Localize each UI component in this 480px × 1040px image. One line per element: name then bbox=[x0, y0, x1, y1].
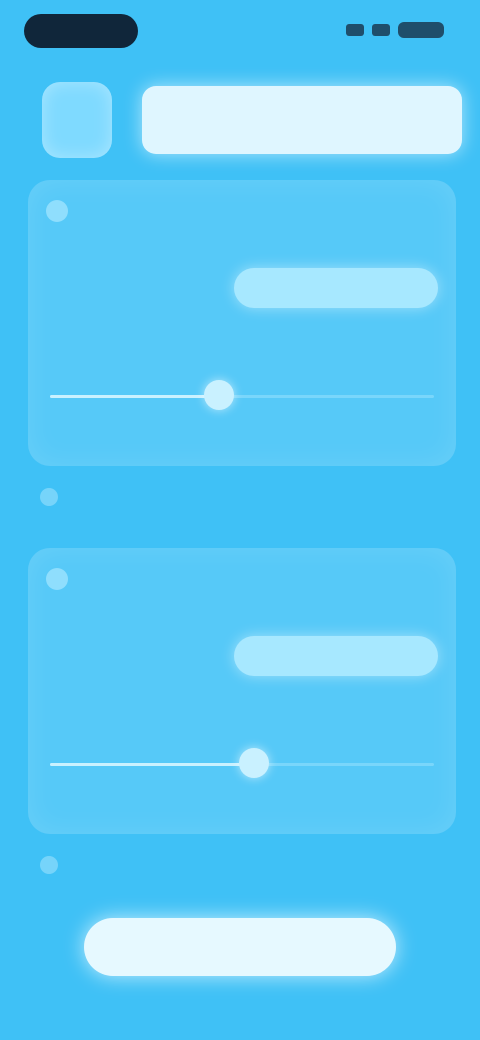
info-icon bbox=[40, 856, 58, 874]
page-title-box bbox=[142, 86, 462, 154]
info-note-1 bbox=[40, 488, 70, 506]
settings-card-1 bbox=[28, 180, 456, 466]
slider-fill bbox=[50, 763, 254, 766]
status-bar bbox=[0, 0, 480, 64]
card-1-option-button[interactable] bbox=[234, 268, 438, 308]
battery-icon bbox=[398, 22, 444, 38]
info-icon bbox=[40, 488, 58, 506]
signal-icon bbox=[346, 24, 364, 36]
app-logo bbox=[42, 82, 112, 158]
primary-action-button[interactable] bbox=[84, 918, 396, 976]
wifi-icon bbox=[372, 24, 390, 36]
setting-icon bbox=[46, 200, 68, 222]
status-time-pill bbox=[24, 14, 138, 48]
info-note-2 bbox=[40, 856, 70, 874]
setting-icon bbox=[46, 568, 68, 590]
card-2-slider[interactable] bbox=[50, 748, 434, 778]
slider-thumb[interactable] bbox=[203, 380, 234, 410]
status-icons bbox=[346, 22, 444, 38]
card-1-slider[interactable] bbox=[50, 380, 434, 410]
card-2-option-button[interactable] bbox=[234, 636, 438, 676]
slider-thumb[interactable] bbox=[238, 748, 269, 778]
header bbox=[34, 82, 462, 160]
slider-fill bbox=[50, 395, 219, 398]
settings-card-2 bbox=[28, 548, 456, 834]
